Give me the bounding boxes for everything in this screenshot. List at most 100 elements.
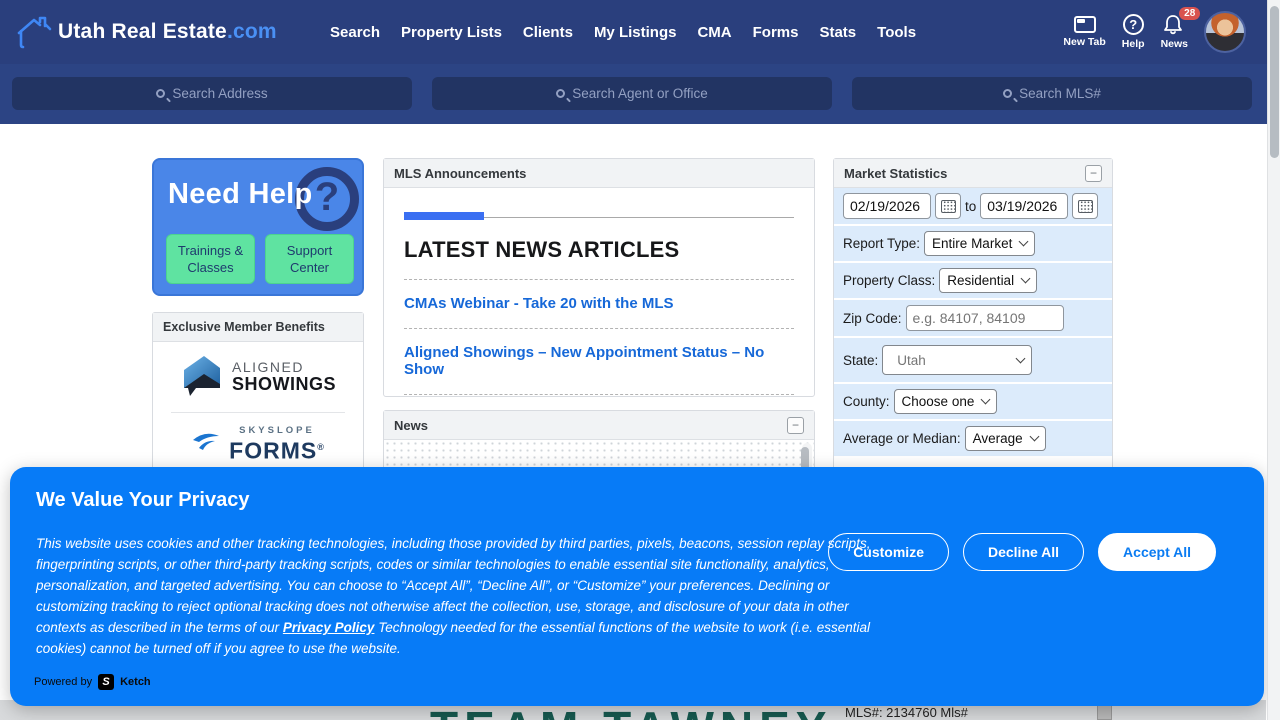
latest-news-heading: LATEST NEWS ARTICLES: [404, 237, 794, 263]
average-median-label: Average or Median:: [843, 431, 961, 446]
nav-item-clients[interactable]: Clients: [523, 24, 573, 41]
date-range-row: to: [834, 188, 1112, 226]
cookie-consent-banner: We Value Your Privacy This website uses …: [10, 467, 1264, 706]
ketch-logo-icon: S: [98, 674, 114, 690]
accept-all-button[interactable]: Accept All: [1098, 533, 1216, 571]
help-button[interactable]: ? Help: [1122, 14, 1145, 50]
date-from-input[interactable]: [843, 193, 931, 219]
browser-scrollbar-thumb[interactable]: [1270, 6, 1279, 158]
zip-code-input[interactable]: [906, 305, 1064, 331]
quick-search-bar: Search Address Search Agent or Office Se…: [0, 64, 1280, 124]
calendar-button-from[interactable]: [935, 193, 961, 219]
aligned-showings-icon: [180, 354, 224, 400]
nav-item-tools[interactable]: Tools: [877, 24, 916, 41]
zip-code-row: Zip Code:: [834, 300, 1112, 338]
search-address-placeholder: Search Address: [172, 86, 267, 101]
house-logo-icon: [14, 12, 54, 52]
date-to-label: to: [965, 199, 976, 214]
search-icon: [156, 89, 165, 98]
clipped-mls-text: MLS#: 2134760 Mls#: [845, 705, 968, 720]
main-nav: Search Property Lists Clients My Listing…: [330, 0, 916, 64]
cookie-banner-text: This website uses cookies and other trac…: [36, 533, 888, 659]
calendar-icon: [941, 200, 956, 213]
report-type-select[interactable]: Entire Market: [924, 231, 1035, 256]
calendar-button-to[interactable]: [1072, 193, 1098, 219]
powered-by-ketch[interactable]: Powered by S Ketch: [34, 674, 151, 690]
customize-button[interactable]: Customize: [828, 533, 949, 571]
date-to-input[interactable]: [980, 193, 1068, 219]
member-benefits-body: ALIGNED SHOWINGS SKYSLOPE FORMS®: [153, 342, 363, 474]
county-select[interactable]: Choose one: [894, 389, 998, 414]
nav-item-property-lists[interactable]: Property Lists: [401, 24, 502, 41]
nav-item-stats[interactable]: Stats: [819, 24, 856, 41]
mls-announcements-panel: MLS Announcements LATEST NEWS ARTICLES C…: [383, 158, 815, 397]
search-icon: [556, 89, 565, 98]
aligned-showings-logo[interactable]: ALIGNED SHOWINGS: [161, 354, 355, 400]
search-agent-placeholder: Search Agent or Office: [572, 86, 708, 101]
county-label: County:: [843, 394, 890, 409]
minimize-icon[interactable]: −: [787, 417, 804, 434]
logo-suffix: .com: [227, 20, 277, 43]
search-mls-input[interactable]: Search MLS#: [852, 77, 1252, 110]
search-icon: [1003, 89, 1012, 98]
new-tab-label: New Tab: [1063, 36, 1105, 48]
nav-item-my-listings[interactable]: My Listings: [594, 24, 677, 41]
news-panel-header: News −: [384, 411, 814, 440]
trainings-classes-button[interactable]: Trainings & Classes: [166, 234, 255, 284]
logo-brand: Utah Real Estate: [58, 20, 227, 43]
nav-item-cma[interactable]: CMA: [697, 24, 731, 41]
average-median-select[interactable]: Average: [965, 426, 1046, 451]
new-tab-icon: [1074, 16, 1096, 33]
cookie-banner-buttons: Customize Decline All Accept All: [828, 533, 1216, 571]
minimize-icon[interactable]: −: [1085, 165, 1102, 182]
privacy-policy-link[interactable]: Privacy Policy: [283, 620, 375, 635]
news-badge: 28: [1179, 7, 1200, 20]
browser-scrollbar[interactable]: [1267, 0, 1280, 720]
search-agent-input[interactable]: Search Agent or Office: [432, 77, 832, 110]
mls-announcements-header: MLS Announcements: [384, 159, 814, 188]
state-label: State:: [843, 353, 878, 368]
nav-item-forms[interactable]: Forms: [753, 24, 799, 41]
site-logo[interactable]: Utah Real Estate.com: [14, 12, 277, 52]
market-statistics-filters: to Report Type: Entire Market Property C…: [834, 188, 1112, 456]
state-select[interactable]: Utah: [882, 345, 1032, 375]
nav-item-search[interactable]: Search: [330, 24, 380, 41]
chevron-down-icon: [1016, 353, 1026, 363]
app-window: Utah Real Estate.com Search Property Lis…: [0, 0, 1280, 720]
ketch-name: Ketch: [120, 676, 151, 688]
chevron-down-icon: [1029, 432, 1039, 442]
property-class-select[interactable]: Residential: [939, 268, 1037, 293]
skyslope-forms-logo[interactable]: SKYSLOPE FORMS®: [161, 425, 355, 462]
progress-bar: [404, 212, 484, 220]
search-address-input[interactable]: Search Address: [12, 77, 412, 110]
help-label: Help: [1122, 38, 1145, 50]
need-help-title: Need Help: [168, 178, 313, 211]
report-type-label: Report Type:: [843, 236, 920, 251]
market-statistics-title: Market Statistics: [844, 166, 947, 181]
property-class-label: Property Class:: [843, 273, 935, 288]
bell-icon: 28: [1162, 14, 1186, 35]
member-benefits-panel: Exclusive Member Benefits ALIGNED SHOWIN…: [152, 312, 364, 482]
chevron-down-icon: [1021, 274, 1031, 284]
progress-divider: [404, 210, 794, 220]
support-center-button[interactable]: Support Center: [265, 234, 354, 284]
user-avatar[interactable]: [1204, 11, 1246, 53]
average-median-row: Average or Median: Average: [834, 421, 1112, 456]
help-card-buttons: Trainings & Classes Support Center: [166, 234, 354, 284]
news-button[interactable]: 28 News: [1161, 14, 1188, 50]
aligned-showings-wordmark: ALIGNED SHOWINGS: [232, 359, 336, 395]
member-benefits-title: Exclusive Member Benefits: [163, 320, 325, 334]
mls-announcements-title: MLS Announcements: [394, 166, 526, 181]
top-navbar: Utah Real Estate.com Search Property Lis…: [0, 0, 1280, 64]
cookie-banner-title: We Value Your Privacy: [36, 489, 249, 512]
skyslope-wordmark: SKYSLOPE FORMS®: [229, 425, 325, 462]
powered-by-label: Powered by: [34, 676, 92, 688]
article-link-cmas-webinar[interactable]: CMAs Webinar - Take 20 with the MLS: [404, 295, 794, 312]
article-link-aligned-showings[interactable]: Aligned Showings – New Appointment Statu…: [404, 344, 794, 378]
market-statistics-header: Market Statistics −: [834, 159, 1112, 188]
chevron-down-icon: [981, 395, 991, 405]
new-tab-button[interactable]: New Tab: [1063, 16, 1105, 48]
zip-code-label: Zip Code:: [843, 311, 902, 326]
logo-text: Utah Real Estate.com: [58, 20, 277, 44]
decline-all-button[interactable]: Decline All: [963, 533, 1084, 571]
